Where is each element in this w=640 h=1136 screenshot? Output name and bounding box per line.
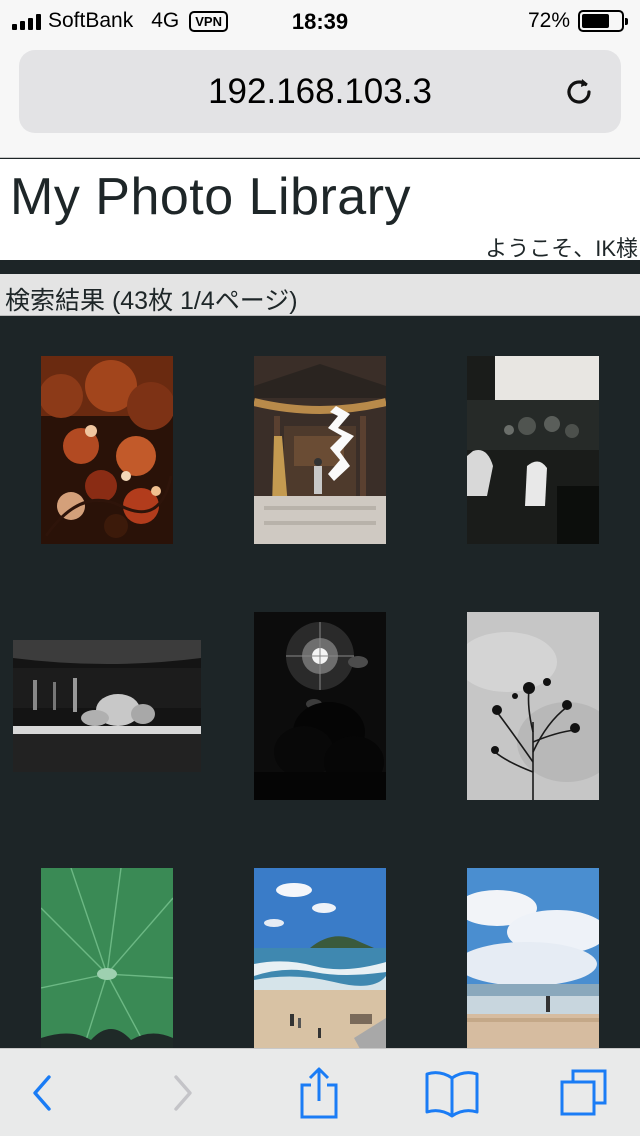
share-button[interactable] (279, 1049, 359, 1136)
back-button[interactable] (2, 1049, 82, 1136)
bookmarks-button[interactable] (412, 1049, 492, 1136)
photo-thumbnail-beach-sky[interactable] (467, 868, 599, 1048)
photo-thumbnail-beach-island[interactable] (254, 868, 386, 1048)
page-title[interactable]: My Photo Library (10, 167, 411, 227)
battery-icon (578, 10, 628, 32)
reload-icon[interactable] (561, 74, 597, 110)
forward-icon (174, 1075, 192, 1111)
photo-thumbnail-autumn-leaves[interactable] (41, 356, 173, 544)
photo-gallery (0, 317, 640, 1048)
photo-thumbnail-stage-concert[interactable] (13, 640, 201, 772)
stage-concert-image (13, 640, 201, 772)
page-header: My Photo Library ようこそ、IK様 (0, 159, 640, 264)
welcome-message: ようこそ、IK様 (485, 236, 638, 261)
url-text[interactable]: 192.168.103.3 (19, 50, 621, 133)
bookmarks-icon (425, 1071, 479, 1118)
sun-and-tree-image (254, 612, 386, 800)
autumn-leaves-image (41, 356, 173, 544)
share-icon (300, 1067, 338, 1119)
cosmos-flowers-image (467, 612, 599, 800)
browser-toolbar (0, 1048, 640, 1136)
tabs-icon (560, 1069, 607, 1116)
battery-percent: 72% (527, 9, 570, 32)
browser-chrome: SoftBank 4G VPN 18:39 72% 192.168.103.3 (0, 0, 640, 158)
photo-thumbnail-sun-and-tree[interactable] (254, 612, 386, 800)
forward-button[interactable] (143, 1049, 223, 1136)
address-bar[interactable]: 192.168.103.3 (19, 50, 621, 133)
battery-fill (582, 14, 610, 28)
result-summary: 検索結果 (43枚 1/4ページ) (5, 287, 298, 315)
status-bar: SoftBank 4G VPN 18:39 72% (0, 0, 640, 42)
photo-thumbnail-train-driver[interactable] (467, 356, 599, 544)
search-result-bar: 検索結果 (43枚 1/4ページ) (0, 274, 640, 316)
photo-thumbnail-shrine[interactable] (254, 356, 386, 544)
tabs-button[interactable] (544, 1049, 624, 1136)
beach-sky-image (467, 868, 599, 1048)
photo-thumbnail-lotus-leaf[interactable] (41, 868, 173, 1048)
back-icon (33, 1075, 51, 1111)
shrine-image (254, 356, 386, 544)
beach-island-image (254, 868, 386, 1048)
lotus-leaf-image (41, 868, 173, 1048)
train-driver-image (467, 356, 599, 544)
status-right: 72% (527, 9, 628, 33)
photo-thumbnail-cosmos-flowers[interactable] (467, 612, 599, 800)
